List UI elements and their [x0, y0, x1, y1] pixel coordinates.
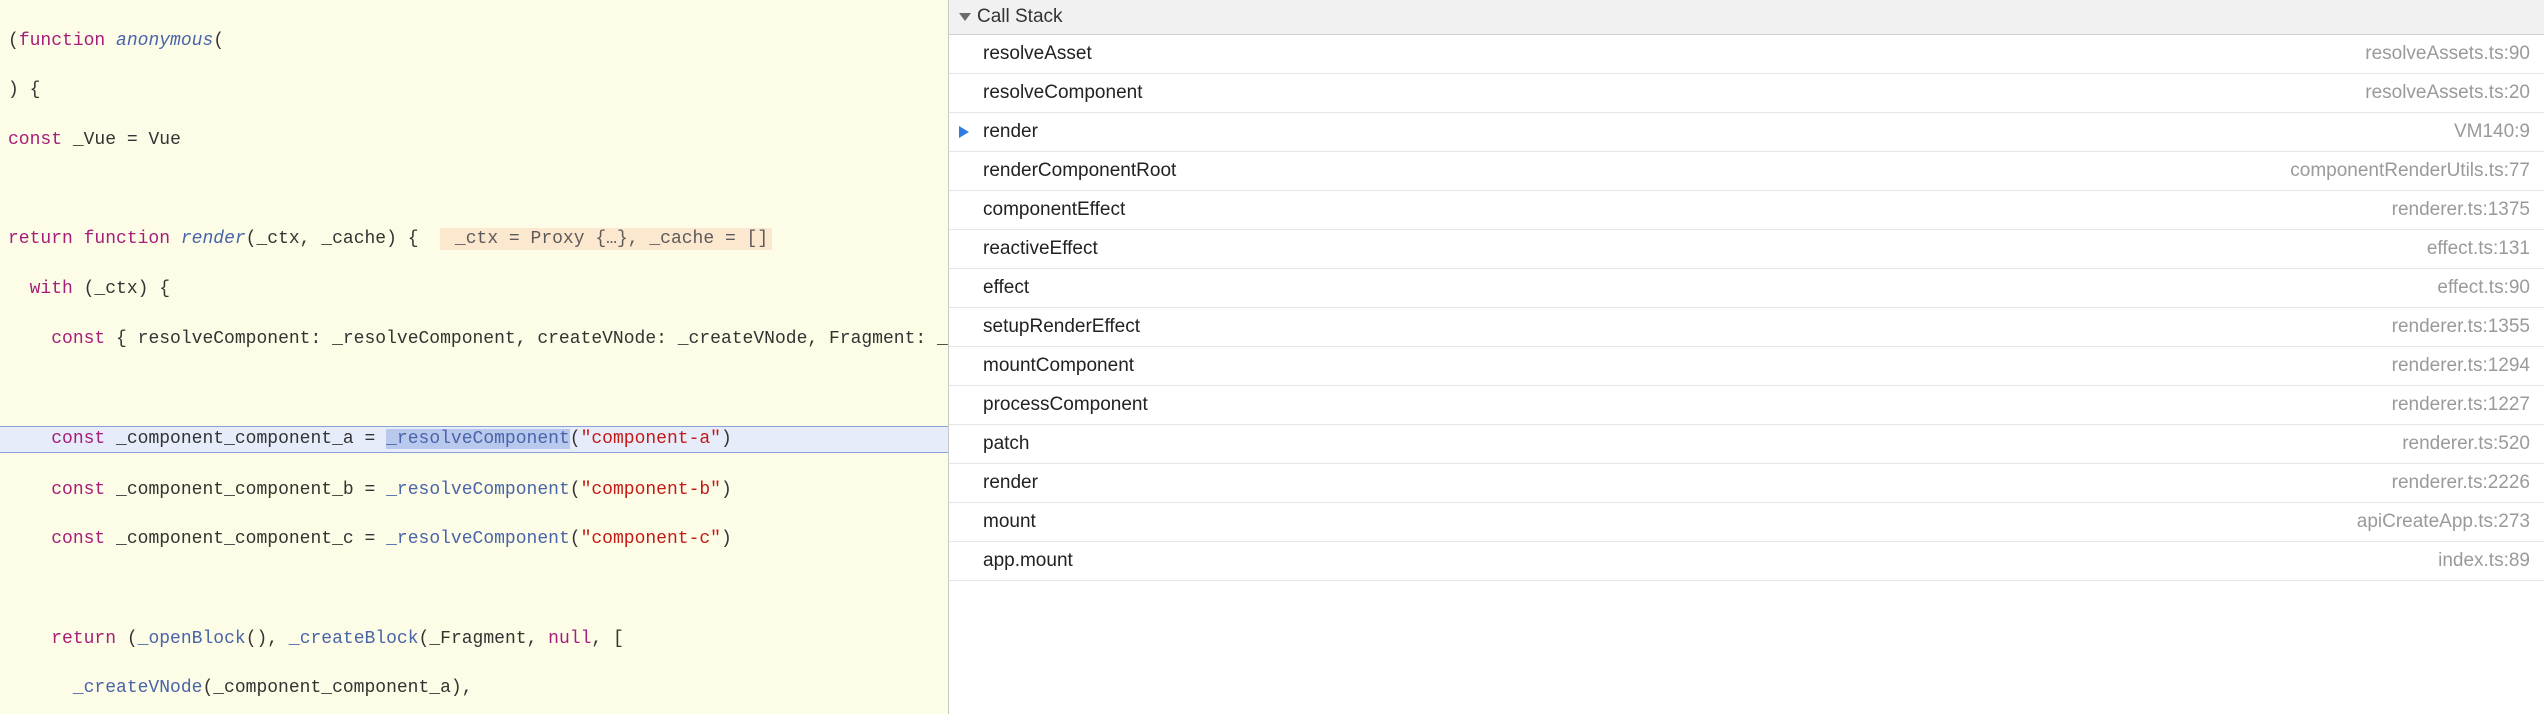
stack-frame-function: resolveAsset	[983, 43, 1092, 65]
code-line: const _component_component_b = _resolveC…	[8, 478, 940, 503]
call-stack-frame[interactable]: app.mount index.ts:89	[949, 542, 2544, 581]
call-stack-header[interactable]: Call Stack	[949, 0, 2544, 35]
call-stack-frame[interactable]: render renderer.ts:2226	[949, 464, 2544, 503]
stack-frame-function: patch	[983, 433, 1029, 455]
call-stack-frame[interactable]: reactiveEffect effect.ts:131	[949, 230, 2544, 269]
stack-frame-location: apiCreateApp.ts:273	[2357, 511, 2530, 533]
stack-frame-function: componentEffect	[983, 199, 1125, 221]
stack-frame-function: effect	[983, 277, 1029, 299]
stack-frame-location: renderer.ts:1375	[2392, 199, 2530, 221]
call-stack-frame[interactable]: processComponent renderer.ts:1227	[949, 386, 2544, 425]
call-stack-frame[interactable]: mountComponent renderer.ts:1294	[949, 347, 2544, 386]
stack-frame-location: renderer.ts:1294	[2392, 355, 2530, 377]
code-line	[8, 178, 940, 203]
call-stack-frame[interactable]: componentEffect renderer.ts:1375	[949, 191, 2544, 230]
call-stack-frame[interactable]: resolveAsset resolveAssets.ts:90	[949, 35, 2544, 74]
disclosure-triangle-icon[interactable]	[959, 13, 971, 21]
stack-frame-location: effect.ts:90	[2437, 277, 2530, 299]
code-line: const _component_component_c = _resolveC…	[8, 527, 940, 552]
stack-frame-location: renderer.ts:1227	[2392, 394, 2530, 416]
code-line: const { resolveComponent: _resolveCompon…	[8, 327, 940, 352]
stack-frame-function: render	[983, 472, 1038, 494]
stack-frame-function: mountComponent	[983, 355, 1134, 377]
call-stack-frame[interactable]: setupRenderEffect renderer.ts:1355	[949, 308, 2544, 347]
code-line: const _Vue = Vue	[8, 128, 940, 153]
call-stack-frame[interactable]: render VM140:9	[949, 113, 2544, 152]
current-execution-line: const _component_component_a = _resolveC…	[0, 426, 948, 453]
stack-frame-location: effect.ts:131	[2427, 238, 2530, 260]
stack-frame-location: resolveAssets.ts:20	[2365, 82, 2530, 104]
stack-frame-location: resolveAssets.ts:90	[2365, 43, 2530, 65]
stack-frame-function: resolveComponent	[983, 82, 1142, 104]
call-stack-frame[interactable]: mount apiCreateApp.ts:273	[949, 503, 2544, 542]
stack-frame-function: setupRenderEffect	[983, 316, 1140, 338]
stack-frame-location: componentRenderUtils.ts:77	[2290, 160, 2530, 182]
code-line	[8, 376, 940, 401]
stack-frame-function: app.mount	[983, 550, 1073, 572]
stack-frame-function: mount	[983, 511, 1036, 533]
call-stack-list: resolveAsset resolveAssets.ts:90 resolveCo…	[949, 35, 2544, 714]
stack-frame-location: renderer.ts:1355	[2392, 316, 2530, 338]
call-stack-frame[interactable]: patch renderer.ts:520	[949, 425, 2544, 464]
code-line	[8, 577, 940, 602]
debugger-sidebar: Call Stack resolveAsset resolveAssets.ts:…	[948, 0, 2544, 714]
code-line: return function render(_ctx, _cache) { _…	[8, 227, 940, 252]
code-line: ) {	[8, 78, 940, 103]
stack-frame-location: renderer.ts:2226	[2392, 472, 2530, 494]
code-line: return (_openBlock(), _createBlock(_Frag…	[8, 627, 940, 652]
stack-frame-function: render	[983, 121, 1038, 143]
call-stack-title: Call Stack	[977, 6, 1063, 28]
stack-frame-location: VM140:9	[2454, 121, 2530, 143]
call-stack-frame[interactable]: renderComponentRoot componentRenderUtils.…	[949, 152, 2544, 191]
code-line: (function anonymous(	[8, 29, 940, 54]
call-stack-frame[interactable]: effect effect.ts:90	[949, 269, 2544, 308]
source-code-panel[interactable]: (function anonymous( ) { const _Vue = Vu…	[0, 0, 948, 714]
stack-frame-function: processComponent	[983, 394, 1148, 416]
stack-frame-function: reactiveEffect	[983, 238, 1098, 260]
code-line: _createVNode(_component_component_a),	[8, 676, 940, 701]
inline-debug-values: _ctx = Proxy {…}, _cache = []	[440, 228, 772, 250]
stack-frame-location: renderer.ts:520	[2402, 433, 2530, 455]
call-stack-frame[interactable]: resolveComponent resolveAssets.ts:20	[949, 74, 2544, 113]
stack-frame-function: renderComponentRoot	[983, 160, 1176, 182]
stack-frame-location: index.ts:89	[2438, 550, 2530, 572]
code-line: with (_ctx) {	[8, 277, 940, 302]
